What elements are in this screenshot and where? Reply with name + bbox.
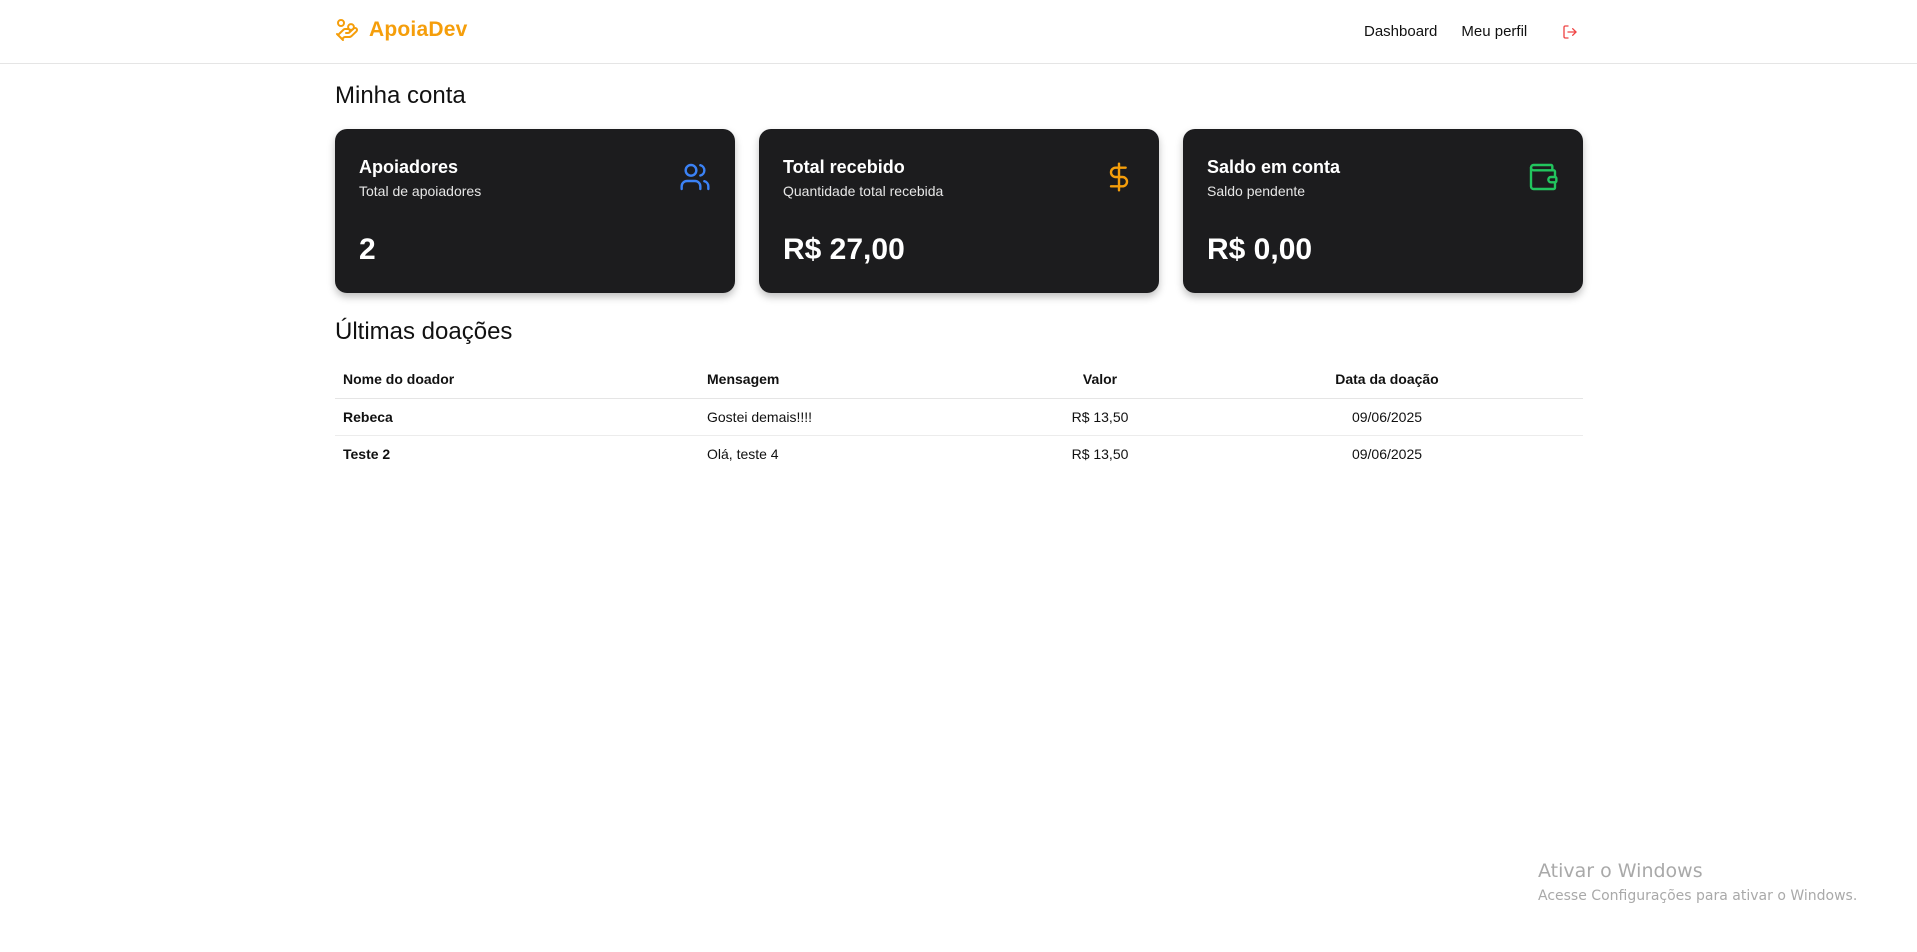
card-subtitle: Quantidade total recebida xyxy=(783,183,944,199)
dollar-icon xyxy=(1103,161,1135,193)
donation-value: R$ 13,50 xyxy=(1009,398,1191,436)
card-title: Total recebido xyxy=(783,157,905,177)
top-header: ApoiaDev Dashboard Meu perfil xyxy=(0,0,1917,64)
supporters-card: Apoiadores Total de apoiadores 2 xyxy=(335,129,735,293)
logout-button[interactable] xyxy=(1559,21,1581,43)
column-header-name: Nome do doador xyxy=(335,360,699,399)
total-received-card: Total recebido Quantidade total recebida… xyxy=(759,129,1159,293)
windows-activation-watermark: Ativar o Windows Acesse Configurações pa… xyxy=(1538,860,1857,904)
donation-value: R$ 13,50 xyxy=(1071,445,1129,462)
page-title: Minha conta xyxy=(335,82,466,109)
donation-date: 09/06/2025 xyxy=(1191,398,1583,436)
card-title: Apoiadores xyxy=(359,157,459,177)
brand-link[interactable]: ApoiaDev xyxy=(335,18,467,42)
logout-icon xyxy=(1562,24,1578,40)
nav-dashboard-link[interactable]: Dashboard xyxy=(1364,20,1437,44)
donation-message: Olá, teste 4 xyxy=(707,445,779,462)
wallet-icon xyxy=(1527,161,1559,193)
donation-message: Gostei demais!!!! xyxy=(699,398,1009,436)
donor-name: Teste 2 xyxy=(343,445,391,462)
watermark-subtitle: Acesse Configurações para ativar o Windo… xyxy=(1538,888,1858,904)
main-nav: Dashboard Meu perfil xyxy=(1364,20,1581,44)
card-subtitle: Total de apoiadores xyxy=(359,183,482,199)
users-icon xyxy=(679,161,711,193)
summary-cards: Apoiadores Total de apoiadores 2 Total r… xyxy=(335,129,1583,293)
card-value: R$ 27,00 xyxy=(783,233,905,266)
donations-table: Nome do doador Mensagem Valor Data da do… xyxy=(335,360,1583,472)
hand-coins-icon xyxy=(335,18,359,42)
column-header-message: Mensagem xyxy=(699,360,1009,399)
card-value: 2 xyxy=(359,233,376,266)
donor-name: Rebeca xyxy=(335,398,699,436)
column-header-value: Valor xyxy=(1009,360,1191,399)
card-title: Saldo em conta xyxy=(1207,157,1341,177)
table-row: Rebeca Gostei demais!!!! R$ 13,50 09/06/… xyxy=(335,398,1583,436)
donation-date: 09/06/2025 xyxy=(1351,445,1423,462)
account-balance-card: Saldo em conta Saldo pendente R$ 0,00 xyxy=(1183,129,1583,293)
column-header-date: Data da doação xyxy=(1191,360,1583,399)
watermark-title: Ativar o Windows xyxy=(1538,860,1703,882)
donations-section-title: Últimas doações xyxy=(335,318,513,345)
brand-name: ApoiaDev xyxy=(369,18,468,41)
card-subtitle: Saldo pendente xyxy=(1207,183,1306,199)
table-header-row: Nome do doador Mensagem Valor Data da do… xyxy=(335,360,1583,399)
card-value: R$ 0,00 xyxy=(1207,233,1313,266)
table-row: Teste 2 Olá, teste 4 R$ 13,50 09/06/2025 xyxy=(335,435,1583,472)
nav-profile-link[interactable]: Meu perfil xyxy=(1461,20,1527,44)
